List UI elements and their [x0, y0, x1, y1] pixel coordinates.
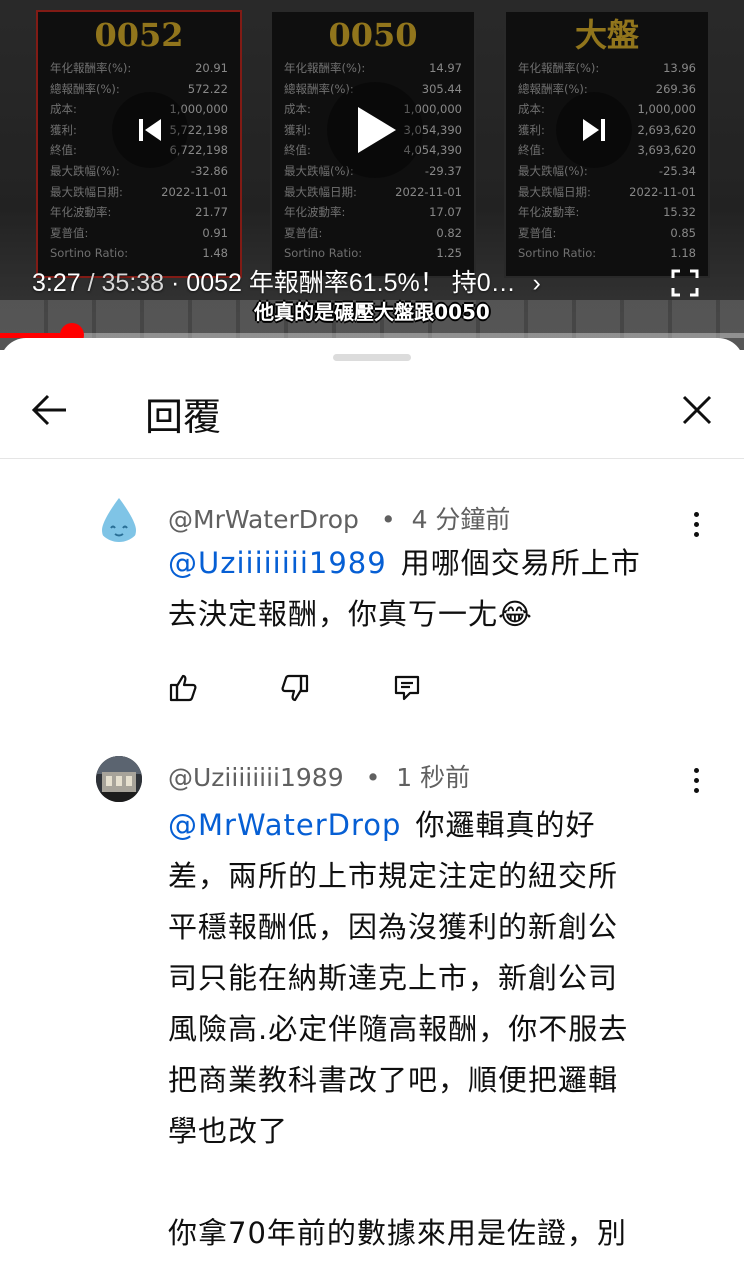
comment-line: 你拿70年前的數據來用是佐證，別 — [168, 1216, 627, 1250]
mention-link[interactable]: @Uziiiiiiii1989 — [168, 546, 387, 580]
dot — [693, 767, 699, 773]
more-options-button[interactable] — [684, 504, 708, 544]
comment-line: 司只能在納斯達克上市，新創公司 — [168, 961, 619, 995]
like-button[interactable] — [168, 668, 280, 708]
dot — [693, 511, 699, 517]
close-button[interactable] — [672, 388, 722, 432]
dot — [693, 777, 699, 783]
replies-sheet: 回覆 @MrWaterDrop • 4 分鐘前 @Uziiiiiiii1989 用… — [0, 338, 744, 1280]
comment-line: 把商業教科書改了吧，順便把邏輯 — [168, 1063, 619, 1097]
play-button[interactable] — [327, 82, 423, 178]
comment-text: @Uziiiiiiii1989 用哪個交易所上市去決定報酬，你真丂一尢😂 — [168, 538, 668, 640]
current-time: 3:27 — [32, 269, 81, 297]
meta-separator: • — [365, 763, 381, 792]
play-icon — [358, 107, 396, 153]
drag-handle[interactable] — [333, 354, 411, 361]
avatar[interactable] — [96, 756, 142, 802]
comment-body: 你邏輯真的好 — [415, 808, 596, 842]
fullscreen-icon — [671, 269, 699, 297]
thumbs-up-icon — [169, 674, 197, 702]
chapter-chevron-icon: › — [532, 269, 541, 297]
thumbs-down-icon — [281, 674, 309, 702]
comment-line: 差，兩所的上市規定注定的紐交所 — [168, 859, 619, 893]
comment-line: @MrWaterDrop 你邏輯真的好 — [168, 800, 678, 851]
comment-author[interactable]: @Uziiiiiiii1989 — [168, 763, 344, 792]
back-button[interactable] — [24, 388, 74, 432]
video-player[interactable]: 0052 年化報酬率(%): 20.91 總報酬率(%): 572.22 成本: 1,00… — [0, 0, 744, 350]
skip-next-icon — [583, 119, 605, 141]
duration: / 35:38 — [80, 269, 165, 297]
dot — [693, 531, 699, 537]
comment-line: 風險高.必定伴隨高報酬，你不服去 — [168, 1012, 629, 1046]
comment-line: 平穩報酬低，因為沒獲利的新創公 — [168, 910, 619, 944]
video-subtitle: 他真的是碾壓大盤跟0050 — [254, 300, 490, 324]
comment-author[interactable]: @MrWaterDrop — [168, 505, 359, 534]
water-drop-icon — [102, 498, 136, 542]
comment-line: 學也改了 — [168, 1114, 289, 1148]
mention-link[interactable]: @MrWaterDrop — [168, 808, 401, 842]
dot — [693, 521, 699, 527]
next-button[interactable] — [556, 92, 632, 168]
fullscreen-button[interactable] — [670, 268, 700, 298]
dot — [693, 787, 699, 793]
avatar[interactable] — [96, 496, 142, 542]
time-and-chapter[interactable]: 3:27 / 35:38 · 0052 年報酬率61.5%！ 持0… › — [32, 263, 541, 299]
chapter-title: · 0052 年報酬率61.5%！ 持0… — [164, 269, 516, 297]
header-divider — [0, 458, 744, 459]
comment-text: @MrWaterDrop 你邏輯真的好 差，兩所的上市規定注定的紐交所 平穩報酬低… — [168, 800, 678, 1259]
comment-time: 1 秒前 — [396, 763, 471, 792]
comment-meta: @MrWaterDrop • 4 分鐘前 — [168, 500, 510, 536]
comment-meta: @Uziiiiiiii1989 • 1 秒前 — [168, 758, 470, 794]
close-icon — [682, 395, 712, 425]
sheet-title: 回覆 — [145, 395, 222, 439]
previous-button[interactable] — [112, 92, 188, 168]
comment-time: 4 分鐘前 — [411, 505, 511, 534]
photo-avatar-icon — [96, 756, 142, 802]
skip-previous-icon — [139, 119, 161, 141]
comment-actions — [168, 668, 504, 708]
dislike-button[interactable] — [280, 668, 392, 708]
more-options-button[interactable] — [684, 760, 708, 800]
meta-separator: • — [380, 505, 396, 534]
reply-button[interactable] — [392, 668, 504, 708]
arrow-left-icon — [31, 394, 66, 426]
comment-reply-icon — [394, 675, 420, 701]
